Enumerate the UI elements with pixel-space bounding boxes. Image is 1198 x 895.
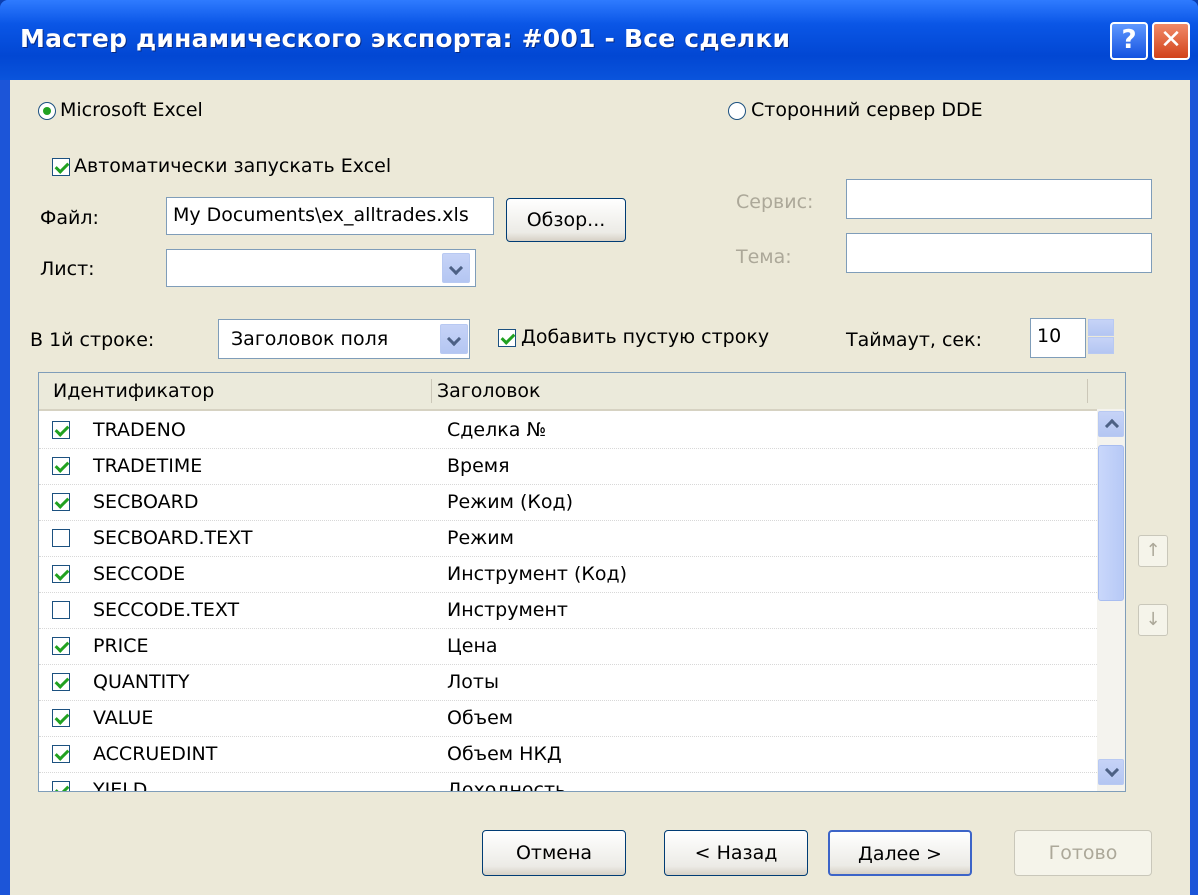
close-button[interactable]: ✕ — [1152, 22, 1190, 60]
table-row[interactable]: VALUE Объем — [39, 701, 1097, 737]
row-title: Лоты — [447, 671, 499, 693]
table-row[interactable]: ACCRUEDINT Объем НКД — [39, 737, 1097, 773]
service-label: Сервис: — [736, 191, 814, 213]
browse-button[interactable]: Обзор... — [506, 198, 626, 242]
timeout-spin-up-icon[interactable] — [1088, 319, 1114, 336]
row-checkbox[interactable] — [52, 457, 70, 475]
row-identifier: YIELD — [93, 779, 148, 792]
dialog-client-area: Microsoft Excel Сторонний сервер DDE Авт… — [10, 80, 1190, 895]
row-title: Доходность — [447, 779, 567, 792]
scroll-down-icon[interactable] — [1098, 759, 1124, 785]
row-checkbox[interactable] — [52, 709, 70, 727]
row-checkbox[interactable] — [52, 781, 70, 791]
row-checkbox[interactable] — [52, 637, 70, 655]
table-row[interactable]: TRADENO Сделка № — [39, 413, 1097, 449]
add-empty-row-label[interactable]: Добавить пустую строку — [521, 326, 769, 348]
file-label: Файл: — [40, 207, 99, 229]
row-checkbox[interactable] — [52, 493, 70, 511]
row-identifier: TRADETIME — [93, 455, 203, 477]
row-identifier: SECBOARD — [93, 491, 199, 513]
autostart-excel-label[interactable]: Автоматически запускать Excel — [74, 155, 391, 177]
next-button[interactable]: Далее > — [828, 830, 972, 876]
column-header-title[interactable]: Заголовок — [437, 380, 541, 402]
first-row-dropdown-arrow-icon[interactable] — [440, 324, 468, 354]
title-bar[interactable]: Мастер динамического экспорта: #001 - Вс… — [0, 0, 1198, 80]
timeout-label: Таймаут, сек: — [846, 329, 982, 351]
row-identifier: PRICE — [93, 635, 149, 657]
first-row-select[interactable]: Заголовок поля — [218, 319, 470, 359]
table-row[interactable]: PRICE Цена — [39, 629, 1097, 665]
row-title: Инструмент — [447, 599, 568, 621]
table-row[interactable]: YIELD Доходность — [39, 773, 1097, 792]
excel-radio[interactable] — [38, 102, 56, 120]
row-title: Режим — [447, 527, 514, 549]
column-header-identifier[interactable]: Идентификатор — [53, 380, 214, 402]
scroll-thumb[interactable] — [1098, 445, 1124, 601]
row-identifier: QUANTITY — [93, 671, 190, 693]
fields-table: Идентификатор Заголовок TRADENO Сделка №… — [38, 372, 1126, 792]
row-identifier: ACCRUEDINT — [93, 743, 218, 765]
sheet-select[interactable] — [166, 249, 476, 287]
first-row-label: В 1й строке: — [30, 329, 155, 351]
table-row[interactable]: SECCODE Инструмент (Код) — [39, 557, 1097, 593]
row-checkbox[interactable] — [52, 745, 70, 763]
back-button[interactable]: < Назад — [664, 830, 808, 876]
timeout-input[interactable]: 10 — [1030, 318, 1086, 358]
row-title: Объем НКД — [447, 743, 562, 765]
add-empty-row-checkbox[interactable] — [498, 329, 516, 347]
row-checkbox[interactable] — [52, 565, 70, 583]
column-separator[interactable] — [1087, 379, 1088, 403]
move-down-button[interactable]: ↓ — [1138, 604, 1168, 636]
row-title: Объем — [447, 707, 514, 729]
autostart-excel-checkbox[interactable] — [52, 158, 70, 176]
topic-input[interactable] — [846, 233, 1152, 273]
table-row[interactable]: SECCODE.TEXT Инструмент — [39, 593, 1097, 629]
row-identifier: VALUE — [93, 707, 154, 729]
row-checkbox[interactable] — [52, 529, 70, 547]
row-title: Цена — [447, 635, 498, 657]
row-identifier: TRADENO — [93, 419, 186, 441]
table-row[interactable]: SECBOARD.TEXT Режим — [39, 521, 1097, 557]
row-checkbox[interactable] — [52, 673, 70, 691]
row-identifier: SECCODE.TEXT — [93, 599, 240, 621]
row-identifier: SECCODE — [93, 563, 186, 585]
export-wizard-window: Мастер динамического экспорта: #001 - Вс… — [0, 0, 1198, 895]
column-separator[interactable] — [431, 379, 432, 403]
scroll-up-icon[interactable] — [1098, 411, 1124, 437]
table-row[interactable]: QUANTITY Лоты — [39, 665, 1097, 701]
table-row[interactable]: SECBOARD Режим (Код) — [39, 485, 1097, 521]
service-input[interactable] — [846, 179, 1152, 219]
file-path-input[interactable]: My Documents\ex_alltrades.xls — [166, 197, 494, 235]
timeout-spin-down-icon[interactable] — [1088, 337, 1114, 354]
row-identifier: SECBOARD.TEXT — [93, 527, 253, 549]
sheet-label: Лист: — [40, 258, 95, 280]
finish-button[interactable]: Готово — [1014, 830, 1152, 876]
dde-radio-label[interactable]: Сторонний сервер DDE — [751, 99, 983, 121]
topic-label: Тема: — [736, 246, 792, 268]
dde-radio[interactable] — [728, 102, 746, 120]
help-button[interactable]: ? — [1110, 22, 1148, 60]
table-header: Идентификатор Заголовок — [39, 373, 1125, 411]
row-checkbox[interactable] — [52, 421, 70, 439]
cancel-button[interactable]: Отмена — [482, 830, 626, 876]
sheet-dropdown-arrow-icon[interactable] — [442, 253, 470, 283]
window-title: Мастер динамического экспорта: #001 - Вс… — [20, 24, 791, 53]
row-title: Сделка № — [447, 419, 547, 441]
row-title: Инструмент (Код) — [447, 563, 628, 585]
table-row[interactable]: TRADETIME Время — [39, 449, 1097, 485]
row-title: Режим (Код) — [447, 491, 574, 513]
row-checkbox[interactable] — [52, 601, 70, 619]
table-scrollbar[interactable] — [1097, 409, 1125, 791]
row-title: Время — [447, 455, 510, 477]
excel-radio-label[interactable]: Microsoft Excel — [60, 99, 203, 121]
move-up-button[interactable]: ↑ — [1138, 535, 1168, 567]
